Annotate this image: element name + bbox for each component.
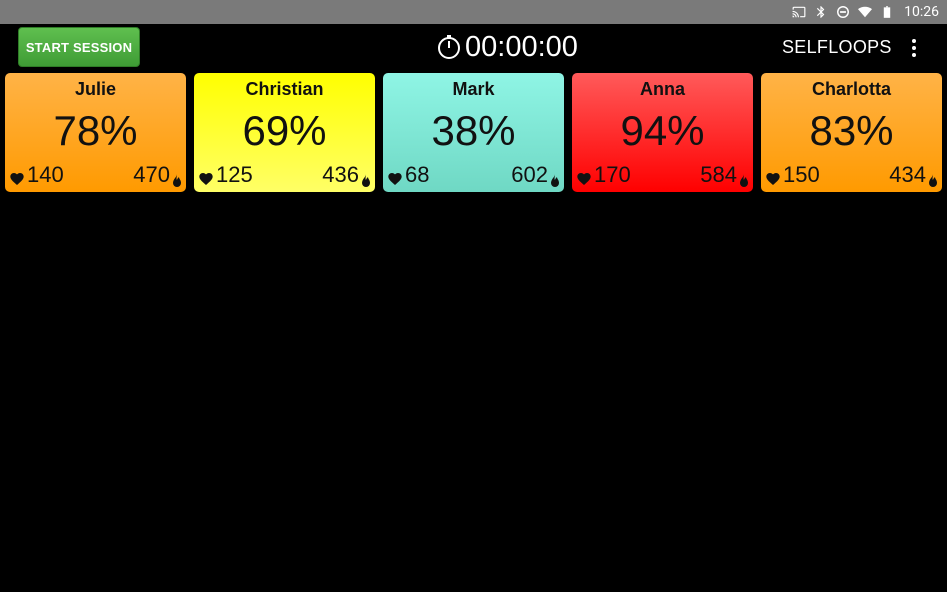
calories: 434 [889, 162, 938, 188]
status-bar: 10:26 [0, 0, 947, 24]
flame-icon [550, 168, 560, 187]
participant-tile-christian[interactable]: Christian 69% 125 436 [194, 73, 375, 192]
do-not-disturb-icon [836, 5, 850, 19]
participant-name: Charlotta [811, 79, 891, 99]
heart-rate: 170 [576, 162, 631, 188]
overflow-dot [912, 53, 916, 57]
calories: 584 [700, 162, 749, 188]
calories: 470 [133, 162, 182, 188]
app-bar: START SESSION 00:00:00 SELFLOOPS [0, 24, 947, 70]
flame-icon [172, 168, 182, 187]
stopwatch-icon [436, 34, 462, 60]
participant-tile-charlotta[interactable]: Charlotta 83% 150 434 [761, 73, 942, 192]
heart-rate-value: 125 [216, 162, 253, 187]
heart-rate: 68 [387, 162, 429, 188]
calories-value: 436 [322, 162, 359, 187]
heart-rate-value: 150 [783, 162, 820, 187]
heart-icon [765, 167, 781, 185]
heart-rate: 140 [9, 162, 64, 188]
participant-tiles: Julie 78% 140 470 Christian 69% 125 436 … [5, 73, 942, 192]
flame-icon [361, 168, 371, 187]
heart-icon [9, 167, 25, 185]
heart-rate-value: 170 [594, 162, 631, 187]
calories-value: 602 [511, 162, 548, 187]
heart-icon [198, 167, 214, 185]
calories: 602 [511, 162, 560, 188]
overflow-menu-button[interactable] [904, 37, 924, 59]
participant-name: Julie [74, 79, 117, 99]
effort-percent: 38% [431, 107, 516, 154]
calories-value: 584 [700, 162, 737, 187]
cast-icon [792, 5, 806, 19]
participant-name: Christian [245, 79, 324, 99]
effort-percent: 94% [620, 107, 705, 154]
wifi-icon [858, 5, 873, 19]
app-title: SELFLOOPS [782, 37, 892, 57]
heart-icon [387, 167, 403, 185]
heart-rate: 125 [198, 162, 253, 188]
effort-percent: 78% [53, 107, 138, 154]
heart-rate-value: 140 [27, 162, 64, 187]
effort-percent: 69% [242, 107, 327, 154]
clock: 10:26 [904, 4, 939, 20]
overflow-dot [912, 46, 916, 50]
bluetooth-icon [814, 5, 828, 19]
participant-tile-julie[interactable]: Julie 78% 140 470 [5, 73, 186, 192]
overflow-dot [912, 39, 916, 43]
heart-rate-value: 68 [405, 162, 430, 187]
heart-rate: 150 [765, 162, 820, 188]
participant-name: Anna [640, 79, 685, 99]
flame-icon [739, 168, 749, 187]
battery-icon [880, 5, 894, 19]
calories-value: 470 [133, 162, 170, 187]
effort-percent: 83% [809, 107, 894, 154]
session-timer: 00:00:00 [436, 30, 578, 64]
participant-tile-mark[interactable]: Mark 38% 68 602 [383, 73, 564, 192]
heart-icon [576, 167, 592, 185]
calories: 436 [322, 162, 371, 188]
participant-name: Mark [452, 79, 495, 99]
flame-icon [928, 168, 938, 187]
participant-tile-anna[interactable]: Anna 94% 170 584 [572, 73, 753, 192]
timer-value: 00:00:00 [465, 30, 578, 63]
start-session-button[interactable]: START SESSION [18, 27, 140, 67]
calories-value: 434 [889, 162, 926, 187]
